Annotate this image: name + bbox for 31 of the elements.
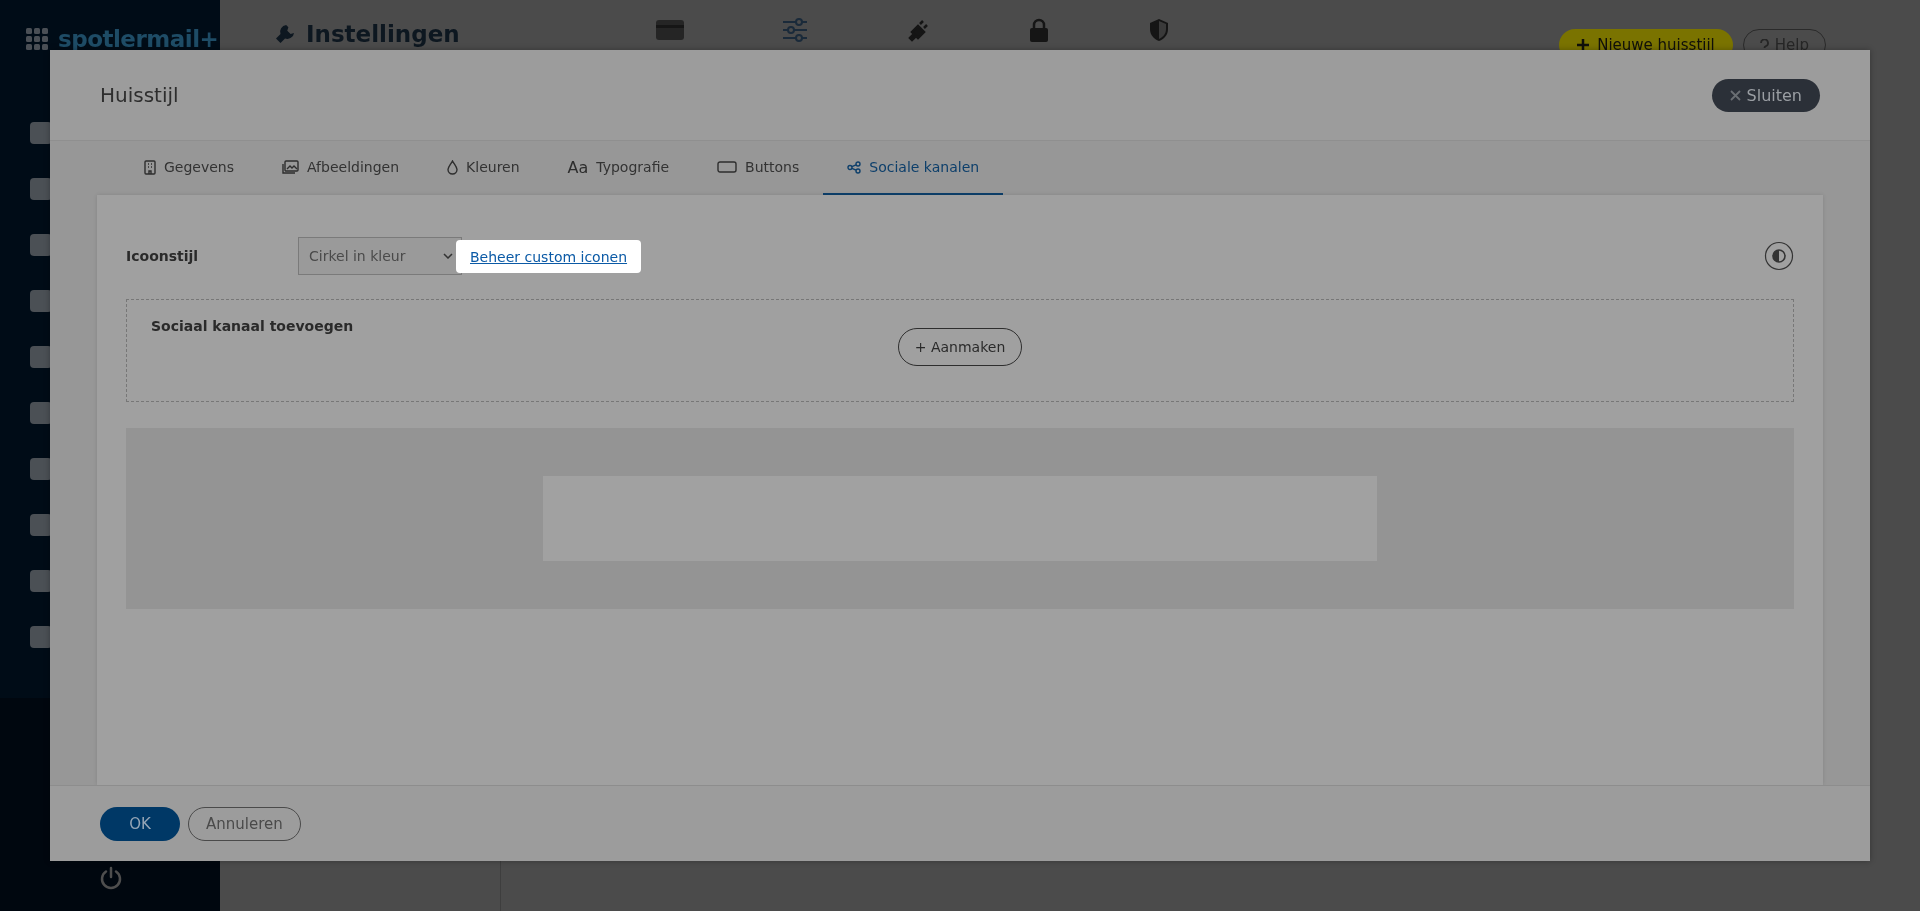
wrench-icon: [276, 25, 294, 43]
tab[interactable]: Aa Typografie: [543, 141, 694, 195]
tab[interactable]: Gegevens: [120, 141, 259, 195]
close-button[interactable]: Sluiten: [1711, 78, 1820, 112]
close-icon: [1729, 89, 1741, 101]
contrast-icon[interactable]: [1764, 241, 1794, 271]
plug-icon[interactable]: [906, 18, 930, 42]
page-title: Instellingen: [306, 21, 460, 47]
power-icon[interactable]: [100, 866, 122, 890]
manage-icons-link[interactable]: Beheer custom iconen: [470, 248, 628, 265]
ok-button[interactable]: OK: [100, 806, 180, 841]
typography-icon: Aa: [567, 157, 589, 177]
tab[interactable]: Kleuren: [423, 141, 544, 195]
section-title: Sociaal kanaal toevoegen: [151, 318, 354, 334]
sliders-icon[interactable]: [782, 18, 808, 42]
chevron-down-icon: [443, 253, 453, 259]
modal-title: Huisstijl: [100, 83, 180, 107]
image-icon: [282, 160, 300, 174]
lock-icon[interactable]: [1028, 18, 1050, 42]
field-label: Icoonstijl: [126, 248, 200, 264]
shield-icon[interactable]: [1148, 18, 1170, 42]
icon-style-select[interactable]: Cirkel in kleur: [298, 237, 462, 275]
building-icon: [144, 159, 156, 175]
plus-icon: [1577, 39, 1590, 51]
grid-icon[interactable]: [26, 28, 48, 50]
droplet-icon: [447, 159, 459, 175]
button-shape-icon: [717, 161, 738, 173]
logo: spotlermail+: [58, 26, 219, 52]
tab[interactable]: Afbeeldingen: [258, 141, 424, 195]
share-icon: [847, 160, 862, 174]
tab[interactable]: Buttons: [693, 141, 824, 195]
